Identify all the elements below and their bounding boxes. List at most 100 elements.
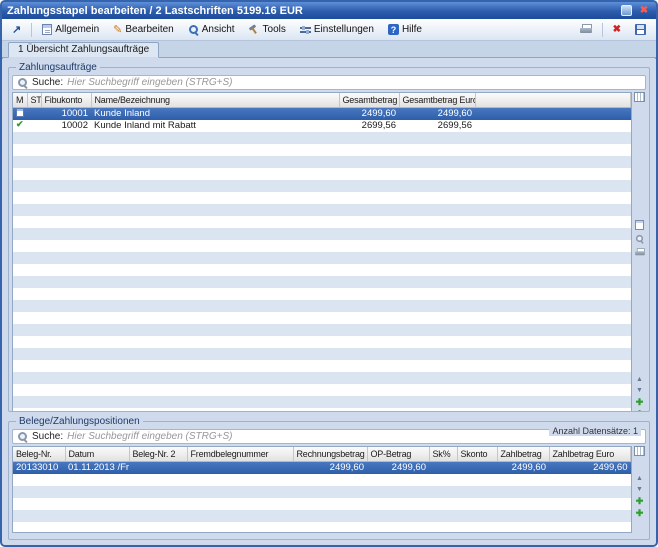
column-header[interactable]: Fibukonto [41,93,91,107]
grid-row-empty[interactable] [13,276,631,288]
toolbar-button-tools[interactable]: Tools [243,21,292,38]
scroll-up-icon[interactable]: ▲ [636,475,643,483]
column-header[interactable]: Beleg-Nr. 2 [129,447,187,461]
grid-cell [339,180,399,192]
column-header[interactable]: Beleg-Nr. [13,447,65,461]
grid-row-empty[interactable] [13,396,631,408]
grid-row-empty[interactable] [13,264,631,276]
grid-row[interactable]: 10001Kunde Inland2499,602499,60 [13,107,631,120]
grid-row-empty[interactable] [13,336,631,348]
column-header[interactable]: Skonto [457,447,497,461]
grid-cell [91,312,339,324]
grid-row-empty[interactable] [13,522,631,534]
grid-row-empty[interactable] [13,144,631,156]
grid-cell [27,168,41,180]
grid-row-empty[interactable] [13,372,631,384]
column-header[interactable]: ST [27,93,41,107]
save-button[interactable] [629,21,652,38]
grid-row-empty[interactable] [13,312,631,324]
grid-row-empty[interactable] [13,204,631,216]
grid-row-empty[interactable] [13,252,631,264]
grid-cell [429,522,457,534]
zoom-icon[interactable] [635,234,644,243]
grid-cell [13,288,27,300]
column-header[interactable]: Name/Bezeichnung [91,93,339,107]
grid-cell [91,192,339,204]
print-button[interactable] [574,21,598,38]
grid-row-empty[interactable] [13,132,631,144]
grid-row-empty[interactable] [13,360,631,372]
column-header[interactable]: Zahlbetrag Euro [549,447,631,461]
grid-cell [41,384,91,396]
column-chooser-icon[interactable] [634,446,645,456]
toolbar-button-hilfe[interactable]: ?Hilfe [382,21,428,38]
add-position-icon[interactable]: ✚ [636,410,644,412]
grid-row-empty[interactable] [13,216,631,228]
grid-row-empty[interactable] [13,408,631,413]
grid-row[interactable]: 2013301001.11.2013 /Fr2499,602499,602499… [13,461,631,474]
column-header[interactable]: Gesamtbetrag Euro [399,93,475,107]
grid-cell: 10001 [41,107,91,120]
grid-cell [399,216,475,228]
grid-cell [399,204,475,216]
grid-cell [41,204,91,216]
window-menu-button[interactable] [619,5,633,17]
column-chooser-icon[interactable] [634,92,645,102]
grid-row-empty[interactable] [13,510,631,522]
column-header[interactable]: Gesamtbetrag [339,93,399,107]
grid-cell [293,486,367,498]
grid-row-empty[interactable] [13,474,631,486]
grid-row-empty[interactable] [13,168,631,180]
grid-row-empty[interactable] [13,300,631,312]
grid-row-empty[interactable] [13,192,631,204]
delete-button[interactable]: ✖ [607,21,627,38]
grid-row-empty[interactable] [13,240,631,252]
column-header[interactable]: Sk% [429,447,457,461]
grid-row-empty[interactable] [13,498,631,510]
search-label: Suche: [32,431,63,442]
grid-row-empty[interactable] [13,348,631,360]
column-header[interactable]: Rechnungsbetrag [293,447,367,461]
toolbar-button-bearbeiten[interactable]: ✎Bearbeiten [107,20,180,39]
column-header[interactable]: OP-Betrag [367,447,429,461]
grid-cell [457,486,497,498]
print-list-icon[interactable] [635,248,645,257]
grid-cell [457,510,497,522]
titlebar[interactable]: Zahlungsstapel bearbeiten / 2 Lastschrif… [2,2,656,19]
grid-row-empty[interactable] [13,324,631,336]
column-header[interactable]: M [13,93,27,107]
column-header[interactable]: Zahlbetrag [497,447,549,461]
close-button[interactable]: ✖ [637,5,651,17]
grid-row-empty[interactable] [13,156,631,168]
grid-row[interactable]: ✔10002Kunde Inland mit Rabatt2699,562699… [13,120,631,132]
grid-cell-filler [475,120,631,132]
toolbar-button-ansicht[interactable]: Ansicht [182,21,241,38]
grid-cell-filler [475,312,631,324]
column-header[interactable]: Fremdbelegnummer [187,447,293,461]
toolbar-button-allgemein[interactable]: Allgemein [36,21,105,38]
grid-row-empty[interactable] [13,486,631,498]
grid-cell-filler [475,396,631,408]
belege-legend: Belege/Zahlungspositionen [16,416,143,427]
grid-cell-filler [475,192,631,204]
grid-row-empty[interactable] [13,384,631,396]
orders-search-input[interactable]: Suche: Hier Suchbegriff eingeben (STRG+S… [12,75,646,90]
add-position-icon[interactable]: ✚ [636,509,644,518]
grid-row-empty[interactable] [13,228,631,240]
jump-button[interactable]: ↗ [6,20,27,39]
grid-cell [13,510,65,522]
grid-cell [339,252,399,264]
scroll-down-icon[interactable]: ▼ [636,387,643,395]
grid-cell [91,216,339,228]
toolbar-button-einstellungen[interactable]: Einstellungen [294,21,380,38]
add-row-icon[interactable]: ✚ [636,497,644,506]
grid-row-empty[interactable] [13,180,631,192]
scroll-up-icon[interactable]: ▲ [636,376,643,384]
scroll-down-icon[interactable]: ▼ [636,486,643,494]
tab-uebersicht-zahlungsauftraege[interactable]: 1 Übersicht Zahlungsaufträge [8,42,159,58]
grid-row-empty[interactable] [13,288,631,300]
column-header[interactable]: Datum [65,447,129,461]
grid-cell-filler [475,228,631,240]
add-row-icon[interactable]: ✚ [636,398,644,407]
detail-view-icon[interactable] [635,220,644,230]
